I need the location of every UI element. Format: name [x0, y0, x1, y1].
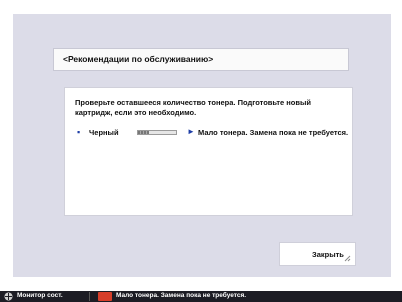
toner-bullet-icon: ▪ — [77, 127, 81, 137]
dialog-title: <Рекомендации по обслуживанию> — [63, 54, 214, 64]
resize-corner-icon — [344, 255, 351, 262]
toner-info-box: Проверьте оставшееся количество тонера. … — [64, 87, 353, 216]
toner-warning-icon — [98, 292, 112, 301]
status-divider — [89, 292, 90, 301]
toner-prompt: Проверьте оставшееся количество тонера. … — [75, 98, 312, 117]
toner-level-fill — [138, 131, 150, 134]
arrow-right-icon: ► — [187, 127, 195, 136]
close-button[interactable]: Закрыть — [279, 242, 356, 266]
status-message: Мало тонера. Замена пока не требуется. — [116, 292, 247, 299]
toner-level-bar — [137, 130, 177, 135]
toner-row-black: ▪ Черный ► Мало тонера. Замена пока не т… — [77, 127, 349, 139]
toner-status-text: Мало тонера. Замена пока не требуется. — [198, 128, 349, 137]
close-button-label: Закрыть — [312, 250, 344, 259]
status-bar: Монитор сост. Мало тонера. Замена пока н… — [0, 291, 402, 302]
status-monitor-label[interactable]: Монитор сост. — [17, 292, 63, 299]
toner-color-name: Черный — [89, 128, 119, 137]
dialog-header: <Рекомендации по обслуживанию> — [53, 48, 349, 71]
status-monitor-icon[interactable] — [4, 292, 13, 301]
screen: <Рекомендации по обслуживанию> Проверьте… — [0, 0, 402, 302]
